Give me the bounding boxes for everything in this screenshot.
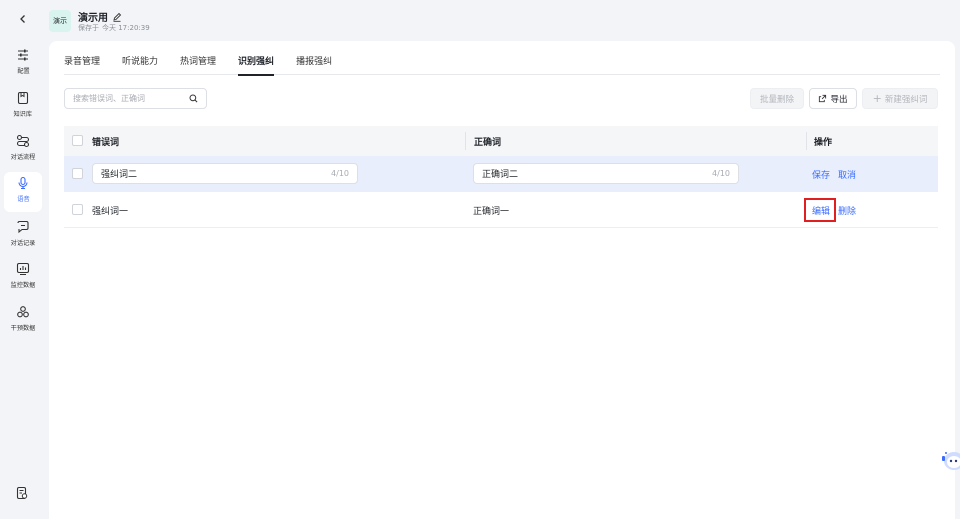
export-button[interactable]: 导出 [809,88,857,109]
correct-word-value: 正确词二 [482,170,519,180]
flow-icon [15,133,31,149]
sidebar-item-label: 语音 [16,195,30,203]
table-row: 强纠词一 正确词一 编辑 删除 [64,192,938,228]
sidebar-item-label: 干预数据 [10,324,36,332]
export-icon [819,94,827,103]
correction-table: 错误词 正确词 操作 强纠词二 4/10 正确词二 4/10 保存 取消 强纠词… [64,126,938,228]
sidebar-item-flow[interactable]: 对话流程 [4,130,42,166]
save-button[interactable]: 保存 [812,168,830,181]
delete-button[interactable]: 删除 [838,204,856,217]
wrong-word-input[interactable]: 强纠词二 4/10 [92,163,358,184]
microphone-icon [15,175,31,191]
table-header: 错误词 正确词 操作 [64,126,938,156]
correct-word-input[interactable]: 正确词二 4/10 [473,163,739,184]
sidebar-item-label: 对话记录 [10,239,36,247]
chevron-left-icon [20,15,25,23]
search-icon[interactable] [189,94,198,103]
row-checkbox[interactable] [72,204,83,215]
wrong-word-cell: 强纠词一 [92,207,129,217]
export-label: 导出 [830,94,848,105]
sidebar-item-label: 配置 [16,67,30,75]
nodes-icon [15,304,31,320]
plus-icon: + [872,92,882,105]
header-actions: 操作 [814,138,833,148]
column-divider [465,132,466,150]
sidebar-item-label: 知识库 [13,110,33,118]
sidebar-item-monitor[interactable]: 监控数据 [4,258,42,294]
sidebar-item-chat-records[interactable]: 对话记录 [4,216,42,252]
tab-listening[interactable]: 听说能力 [122,55,158,75]
header-wrong-word: 错误词 [92,138,120,148]
app-title: 演示用 [78,13,108,24]
sidebar-item-intervention[interactable]: 干预数据 [4,301,42,337]
pencil-icon[interactable] [112,12,122,22]
sidebar-item-knowledge[interactable]: 知识库 [4,87,42,123]
wrong-word-count: 4/10 [331,169,349,178]
tab-hotwords[interactable]: 热词管理 [180,55,216,75]
batch-delete-button[interactable]: 批量删除 [750,88,804,109]
batch-delete-label: 批量删除 [759,94,794,105]
header-correct-word: 正确词 [474,138,502,148]
correct-word-cell: 正确词一 [473,207,510,217]
tab-recording[interactable]: 录音管理 [64,55,100,75]
chat-icon [15,219,31,235]
new-correction-label: 新建强纠词 [884,94,928,105]
saved-label: 保存于 [78,24,99,32]
chart-icon [15,261,31,277]
tab-bar: 录音管理 听说能力 热词管理 识别强纠 播报强纠 [64,55,940,76]
cancel-button[interactable]: 取消 [838,168,856,181]
sidebar-item-label: 对话流程 [10,153,36,161]
sidebar-item-config[interactable]: 配置 [4,44,42,80]
app-title-wrap: 演示用 [78,9,122,24]
main-panel: 录音管理 听说能力 热词管理 识别强纠 播报强纠 批量删除 导出 + 新建强纠词… [49,41,955,519]
sidebar: 配置 知识库 对话流程 语音 对话记录 监控数据 干预数据 [0,0,46,519]
search-box [64,88,207,109]
document-settings-icon[interactable] [15,486,31,502]
row-checkbox[interactable] [72,168,83,179]
column-divider [806,132,807,150]
header: 演示 演示用 保存于 今天 17:20:39 [46,0,960,40]
app-badge: 演示 [49,10,71,32]
search-input[interactable] [73,94,189,103]
correct-word-count: 4/10 [712,169,730,178]
tab-recognition-correction[interactable]: 识别强纠 [238,55,275,76]
sliders-icon [15,47,31,63]
assistant-mascot-icon[interactable] [940,445,960,475]
select-all-checkbox[interactable] [72,135,83,146]
new-correction-button[interactable]: + 新建强纠词 [862,88,938,109]
table-row-editing: 强纠词二 4/10 正确词二 4/10 保存 取消 [64,156,938,192]
save-status: 保存于 今天 17:20:39 [78,23,150,33]
sidebar-item-label: 监控数据 [10,281,36,289]
sidebar-item-voice[interactable]: 语音 [4,172,42,212]
book-icon [15,90,31,106]
back-button[interactable] [14,10,32,28]
saved-time: 今天 17:20:39 [102,24,150,32]
tab-broadcast-correction[interactable]: 播报强纠 [296,55,332,75]
edit-button[interactable]: 编辑 [812,204,830,217]
wrong-word-value: 强纠词二 [101,170,138,180]
